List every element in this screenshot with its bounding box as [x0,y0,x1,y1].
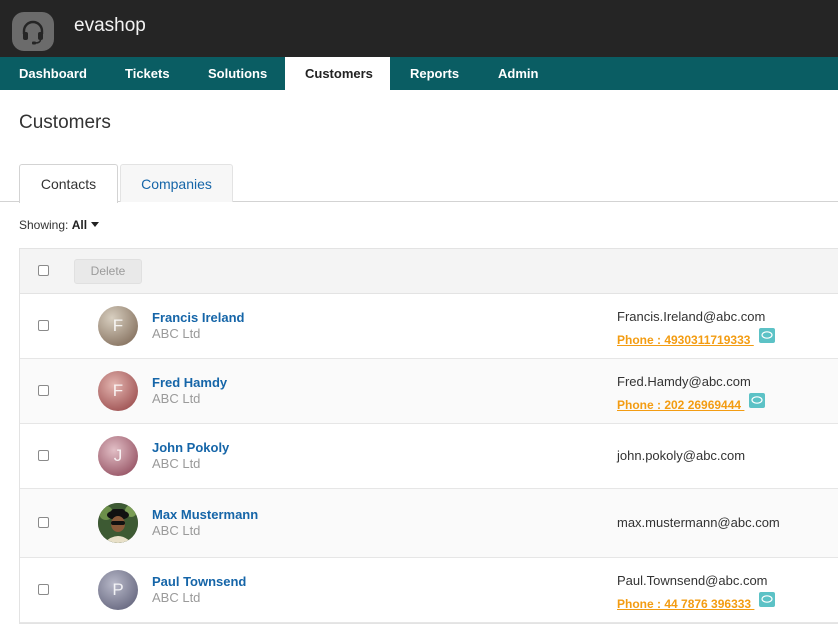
contact-name[interactable]: Max Mustermann [152,507,258,522]
contact-email: john.pokoly@abc.com [617,448,746,463]
row-checkbox[interactable] [38,584,49,595]
phone-text: Phone : 44 7876 396333 [617,597,755,611]
chat-icon[interactable] [759,592,776,607]
tab-contacts[interactable]: Contacts [19,164,118,203]
photo-avatar-icon [98,503,138,543]
nav-solutions[interactable]: Solutions [208,57,267,90]
showing-value: All [71,218,88,232]
tab-companies[interactable]: Companies [120,164,233,202]
phone-text: Phone : 4930311719333 [617,333,754,347]
contact-company: ABC Ltd [152,391,201,406]
contact-name[interactable]: John Pokoly [152,440,229,455]
showing-label: Showing: [19,218,69,232]
chat-icon[interactable] [749,393,766,408]
contact-company: ABC Ltd [152,590,201,605]
contacts-list: Delete F Francis Ireland ABC Ltd Francis… [19,248,838,624]
table-row: F Francis Ireland ABC Ltd Francis.Irelan… [20,294,838,359]
row-checkbox[interactable] [38,320,49,331]
table-row: J John Pokoly ABC Ltd john.pokoly@abc.co… [20,424,838,489]
nav-dashboard[interactable]: Dashboard [19,57,87,90]
contact-email: max.mustermann@abc.com [617,515,780,530]
table-row: F Fred Hamdy ABC Ltd Fred.Hamdy@abc.com … [20,359,838,424]
chat-icon[interactable] [758,328,775,343]
contact-name[interactable]: Paul Townsend [152,574,246,589]
row-checkbox[interactable] [38,385,49,396]
contact-phone[interactable]: Phone : 202 26969444 [617,393,766,412]
brand-name: evashop [74,15,146,36]
avatar: P [98,570,138,610]
nav-customers[interactable]: Customers [285,57,390,90]
table-row: Max Mustermann ABC Ltd max.mustermann@ab… [20,489,838,558]
contact-email: Paul.Townsend@abc.com [617,573,768,588]
select-all-checkbox[interactable] [38,265,49,276]
showing-filter[interactable]: Showing: All [19,218,100,232]
main-nav: Dashboard Tickets Solutions Customers Re… [0,57,838,90]
delete-button[interactable]: Delete [74,259,142,284]
avatar: F [98,306,138,346]
nav-reports[interactable]: Reports [410,57,459,90]
contact-name[interactable]: Francis Ireland [152,310,244,325]
contact-email: Francis.Ireland@abc.com [617,309,766,324]
caret-down-icon [91,222,100,227]
list-header: Delete [20,249,838,294]
contact-company: ABC Ltd [152,456,201,471]
contact-name[interactable]: Fred Hamdy [152,375,227,390]
nav-tickets[interactable]: Tickets [125,57,170,90]
top-bar: evashop [0,0,838,57]
contact-company: ABC Ltd [152,523,201,538]
avatar: F [98,371,138,411]
headset-icon[interactable] [12,12,54,51]
contact-company: ABC Ltd [152,326,201,341]
avatar: J [98,436,138,476]
row-checkbox[interactable] [38,450,49,461]
row-checkbox[interactable] [38,517,49,528]
table-row: P Paul Townsend ABC Ltd Paul.Townsend@ab… [20,558,838,623]
contact-email: Fred.Hamdy@abc.com [617,374,751,389]
nav-admin[interactable]: Admin [498,57,538,90]
phone-text: Phone : 202 26969444 [617,398,745,412]
contact-phone[interactable]: Phone : 44 7876 396333 [617,592,776,611]
contact-phone[interactable]: Phone : 4930311719333 [617,328,775,347]
page-title: Customers [19,112,111,133]
